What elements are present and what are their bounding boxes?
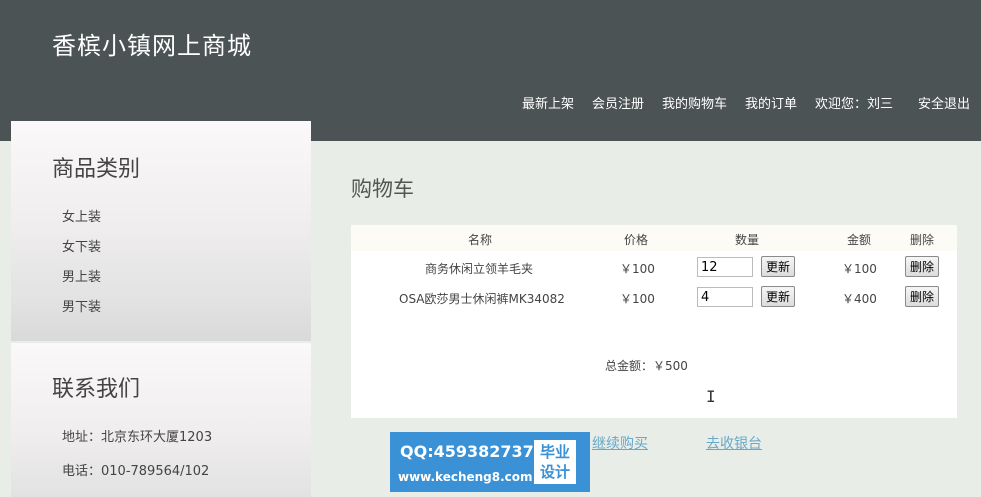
ad-badge: 毕业 设计 bbox=[534, 440, 576, 484]
row-1-quantity-input[interactable] bbox=[697, 257, 753, 277]
category-item-women-bottoms[interactable]: 女下装 bbox=[62, 236, 101, 255]
sidebar: 商品类别 女上装 女下装 男上装 男下装 联系我们 地址：北京东环大厦1203 … bbox=[11, 121, 311, 497]
row-2-name: OSA欧莎男士休闲裤MK34082 bbox=[399, 292, 565, 306]
nav-my-cart[interactable]: 我的购物车 bbox=[662, 93, 727, 112]
cart-total: 总金额：￥500 bbox=[605, 359, 688, 373]
ad-banner[interactable]: QQ:459382737 www.kecheng8.com 毕业 设计 bbox=[390, 432, 590, 492]
contact-phone: 电话：010-789564/102 bbox=[62, 464, 210, 479]
continue-shopping-link[interactable]: 继续购买 bbox=[592, 433, 648, 453]
site-header: 香槟小镇网上商城 最新上架 会员注册 我的购物车 我的订单 欢迎您：刘三 安全退… bbox=[0, 0, 981, 141]
category-title: 商品类别 bbox=[52, 157, 141, 182]
row-1-update-button[interactable]: 更新 bbox=[761, 256, 796, 277]
ad-qq-number: QQ:459382737 bbox=[400, 442, 534, 461]
row-2-quantity-input[interactable] bbox=[697, 287, 753, 307]
contact-title: 联系我们 bbox=[52, 377, 141, 402]
row-1-delete-button[interactable]: 删除 bbox=[905, 256, 940, 277]
row-1-name: 商务休闲立领羊毛夹 bbox=[425, 262, 534, 276]
category-item-men-bottoms[interactable]: 男下装 bbox=[62, 296, 101, 315]
row-1-amount: ￥100 bbox=[842, 262, 877, 276]
cart-table: 名称 价格 数量 金额 删除 商务休闲立领羊毛夹 ￥100 更新 ￥100 删除… bbox=[351, 225, 957, 418]
nav-logout[interactable]: 安全退出 bbox=[918, 93, 970, 112]
row-1-price: ￥100 bbox=[620, 262, 655, 276]
category-item-women-tops[interactable]: 女上装 bbox=[62, 206, 101, 225]
row-2-amount: ￥400 bbox=[842, 292, 877, 306]
site-title: 香槟小镇网上商城 bbox=[52, 32, 252, 60]
column-header-delete: 删除 bbox=[910, 233, 935, 247]
row-2-delete-button[interactable]: 删除 bbox=[905, 286, 940, 307]
row-2-price: ￥100 bbox=[620, 292, 655, 306]
row-2-update-button[interactable]: 更新 bbox=[761, 286, 796, 307]
column-header-amount: 金额 bbox=[847, 233, 872, 247]
column-header-name: 名称 bbox=[468, 233, 493, 247]
text-cursor-icon: I bbox=[706, 387, 716, 406]
ad-url: www.kecheng8.com bbox=[398, 470, 533, 484]
contact-address: 地址：北京东环大厦1203 bbox=[62, 430, 213, 445]
nav-new-arrivals[interactable]: 最新上架 bbox=[522, 93, 574, 112]
nav-welcome-user: 欢迎您：刘三 bbox=[815, 97, 894, 112]
checkout-link[interactable]: 去收银台 bbox=[706, 433, 762, 453]
category-panel: 商品类别 女上装 女下装 男上装 男下装 bbox=[11, 121, 311, 341]
contact-panel: 联系我们 地址：北京东环大厦1203 电话：010-789564/102 bbox=[11, 343, 311, 497]
column-header-price: 价格 bbox=[624, 233, 649, 247]
page-title: 购物车 bbox=[351, 177, 414, 201]
ad-badge-line1: 毕业 bbox=[539, 443, 570, 461]
category-item-men-tops[interactable]: 男上装 bbox=[62, 266, 101, 285]
ad-badge-line2: 设计 bbox=[539, 463, 570, 481]
nav-register[interactable]: 会员注册 bbox=[592, 93, 644, 112]
top-nav: 最新上架 会员注册 我的购物车 我的订单 欢迎您：刘三 安全退出 bbox=[0, 93, 981, 113]
nav-my-orders[interactable]: 我的订单 bbox=[745, 93, 797, 112]
column-header-quantity: 数量 bbox=[735, 233, 760, 247]
